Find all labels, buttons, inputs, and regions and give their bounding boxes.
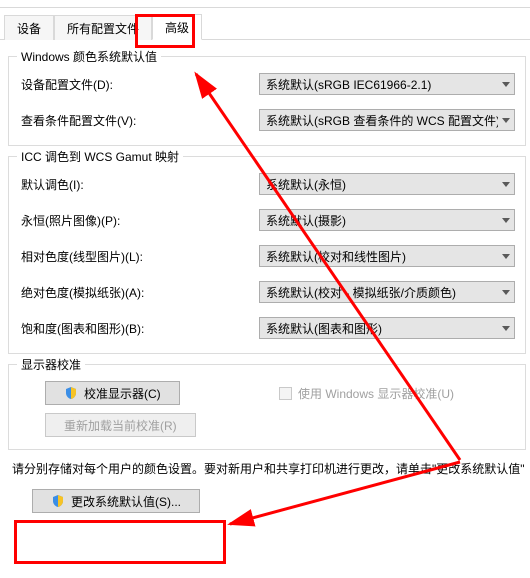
reload-calibration-button: 重新加载当前校准(R)	[45, 413, 196, 437]
chevron-down-icon	[502, 118, 510, 123]
perceptual-label: 永恒(照片图像)(P):	[19, 212, 259, 229]
uac-shield-icon	[64, 386, 78, 400]
tab-bar: 设备 所有配置文件 高级	[0, 16, 530, 40]
uac-shield-icon	[51, 494, 65, 508]
group-icc-gamut: ICC 调色到 WCS Gamut 映射 默认调色(I): 系统默认(永恒) 永…	[8, 156, 526, 354]
chevron-down-icon	[502, 290, 510, 295]
device-profile-label: 设备配置文件(D):	[19, 76, 259, 93]
calibrate-display-label: 校准显示器(C)	[84, 385, 161, 402]
default-intent-value: 系统默认(永恒)	[266, 176, 346, 193]
group-windows-defaults: Windows 颜色系统默认值 设备配置文件(D): 系统默认(sRGB IEC…	[8, 56, 526, 146]
relative-combo[interactable]: 系统默认(校对和线性图片)	[259, 245, 515, 267]
group-display-calibration: 显示器校准 校准显示器(C) 使用 Windows 显示器校准(U) 重新加载当…	[8, 364, 526, 450]
absolute-label: 绝对色度(模拟纸张)(A):	[19, 284, 259, 301]
group-display-calibration-title: 显示器校准	[17, 356, 85, 373]
calibrate-display-button[interactable]: 校准显示器(C)	[45, 381, 180, 405]
group-windows-defaults-title: Windows 颜色系统默认值	[17, 48, 161, 65]
checkbox-icon	[279, 387, 292, 400]
tab-advanced[interactable]: 高级	[152, 14, 202, 40]
tab-devices[interactable]: 设备	[4, 15, 54, 40]
chevron-down-icon	[502, 218, 510, 223]
chevron-down-icon	[502, 326, 510, 331]
device-profile-combo[interactable]: 系统默认(sRGB IEC61966-2.1)	[259, 73, 515, 95]
relative-label: 相对色度(线型图片)(L):	[19, 248, 259, 265]
annotation-box-button	[14, 520, 226, 564]
default-intent-combo[interactable]: 系统默认(永恒)	[259, 173, 515, 195]
viewing-profile-value: 系统默认(sRGB 查看条件的 WCS 配置文件)	[266, 112, 498, 129]
viewing-profile-combo[interactable]: 系统默认(sRGB 查看条件的 WCS 配置文件)	[259, 109, 515, 131]
chevron-down-icon	[502, 254, 510, 259]
note-text: 请分别存储对每个用户的颜色设置。要对新用户和共享打印机进行更改，请单击"更改系统…	[12, 460, 526, 477]
absolute-combo[interactable]: 系统默认(校对 - 模拟纸张/介质颜色)	[259, 281, 515, 303]
group-icc-gamut-title: ICC 调色到 WCS Gamut 映射	[17, 148, 183, 165]
change-system-defaults-label: 更改系统默认值(S)...	[71, 493, 181, 510]
window-title-strip: 颜色管理	[0, 0, 530, 8]
change-system-defaults-button[interactable]: 更改系统默认值(S)...	[32, 489, 200, 513]
device-profile-value: 系统默认(sRGB IEC61966-2.1)	[266, 76, 431, 93]
relative-value: 系统默认(校对和线性图片)	[266, 248, 406, 265]
chevron-down-icon	[502, 82, 510, 87]
saturation-label: 饱和度(图表和图形)(B):	[19, 320, 259, 337]
chevron-down-icon	[502, 182, 510, 187]
tab-all-profiles[interactable]: 所有配置文件	[54, 15, 152, 40]
advanced-panel: Windows 颜色系统默认值 设备配置文件(D): 系统默认(sRGB IEC…	[0, 40, 530, 517]
absolute-value: 系统默认(校对 - 模拟纸张/介质颜色)	[266, 284, 456, 301]
perceptual-value: 系统默认(摄影)	[266, 212, 346, 229]
viewing-profile-label: 查看条件配置文件(V):	[19, 112, 259, 129]
default-intent-label: 默认调色(I):	[19, 176, 259, 193]
saturation-combo[interactable]: 系统默认(图表和图形)	[259, 317, 515, 339]
saturation-value: 系统默认(图表和图形)	[266, 320, 382, 337]
perceptual-combo[interactable]: 系统默认(摄影)	[259, 209, 515, 231]
use-windows-calibration-label: 使用 Windows 显示器校准(U)	[298, 385, 454, 402]
reload-calibration-label: 重新加载当前校准(R)	[64, 417, 177, 434]
use-windows-calibration-checkbox: 使用 Windows 显示器校准(U)	[279, 385, 454, 402]
